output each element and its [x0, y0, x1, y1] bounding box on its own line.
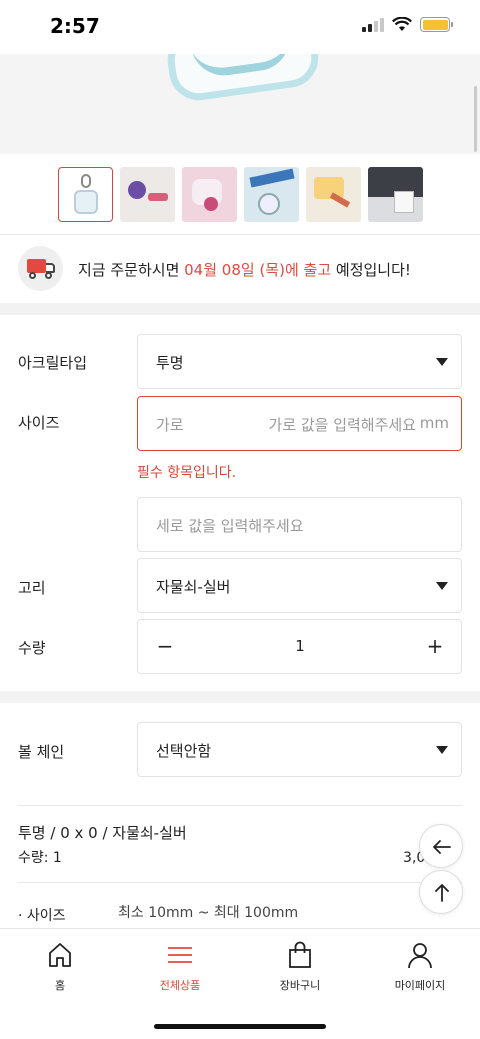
scroll-top-button[interactable]	[419, 870, 463, 914]
nav-cart[interactable]: 장바구니	[240, 941, 360, 993]
arrow-up-icon	[435, 884, 449, 902]
size-info-range: 최소 10mm ~ 최대 100mm	[118, 905, 299, 921]
ring-select[interactable]: 자물쇠-실버	[137, 558, 462, 613]
shipping-date: 04월 08일 (목)에 출고	[184, 261, 332, 279]
acrylic-type-select[interactable]: 투명	[137, 334, 462, 389]
shipping-text: 지금 주문하시면 04월 08일 (목)에 출고 예정입니다!	[78, 259, 411, 280]
thumbnail-3[interactable]	[182, 167, 237, 222]
size-label: 사이즈	[18, 414, 60, 432]
caret-down-icon	[436, 746, 448, 754]
wifi-icon	[392, 17, 412, 31]
shipping-suffix: 예정입니다!	[331, 261, 411, 279]
ball-chain-value: 선택안함	[156, 742, 212, 760]
user-icon	[408, 943, 432, 969]
ring-value: 자물쇠-실버	[156, 578, 231, 596]
bottom-nav: 홈 전체상품 장바구니 마이페이지	[0, 928, 480, 1039]
nav-home-label: 홈	[54, 979, 66, 992]
ball-chain-select[interactable]: 선택안함	[137, 722, 462, 777]
status-bar: 2:57	[0, 0, 480, 54]
ring-label: 고리	[18, 579, 46, 597]
quantity-stepper[interactable]: − 1 +	[137, 619, 462, 674]
thumbnail-strip	[58, 167, 423, 222]
home-icon	[49, 943, 71, 967]
ball-chain-label: 볼 체인	[18, 743, 65, 761]
status-icons	[362, 17, 453, 32]
back-button[interactable]	[419, 824, 463, 868]
height-input[interactable]: 세로 값을 입력해주세요	[137, 497, 462, 552]
acrylic-type-label: 아크릴타입	[18, 354, 88, 372]
shipping-prefix: 지금 주문하시면	[78, 261, 185, 279]
thumbnail-6[interactable]	[368, 167, 423, 222]
nav-mypage[interactable]: 마이페이지	[360, 941, 480, 993]
plus-button[interactable]: +	[420, 634, 450, 658]
acrylic-type-value: 투명	[156, 354, 184, 372]
selected-option-summary: 투명 / 0 x 0 / 자물쇠-실버	[18, 824, 187, 842]
battery-icon	[420, 17, 453, 32]
thumbnail-1[interactable]	[58, 167, 113, 222]
shopping-bag-icon	[289, 941, 311, 968]
size-error-message: 필수 항목입니다.	[137, 465, 237, 481]
thumbnail-5[interactable]	[306, 167, 361, 222]
selected-quantity: 수량: 1	[18, 850, 62, 866]
thumbnail-4[interactable]	[244, 167, 299, 222]
quantity-value: 1	[295, 637, 305, 655]
section-divider	[0, 691, 480, 703]
width-field-label: 가로	[156, 416, 184, 434]
quantity-label: 수량	[18, 639, 46, 657]
minus-button[interactable]: −	[150, 634, 180, 658]
nav-all-products[interactable]: 전체상품	[120, 941, 240, 993]
menu-icon	[168, 947, 192, 963]
nav-cart-label: 장바구니	[279, 979, 321, 992]
nav-home[interactable]: 홈	[0, 941, 120, 993]
width-input[interactable]: 가로 가로 값을 입력해주세요 mm	[137, 396, 462, 451]
divider	[18, 882, 462, 883]
width-unit: mm	[419, 414, 449, 432]
caret-down-icon	[436, 358, 448, 366]
status-time: 2:57	[50, 14, 100, 38]
divider	[18, 805, 462, 806]
caret-down-icon	[436, 582, 448, 590]
nav-mypage-label: 마이페이지	[394, 979, 446, 992]
shipping-notice: 지금 주문하시면 04월 08일 (목)에 출고 예정입니다!	[0, 235, 480, 303]
cellular-signal-icon	[362, 17, 384, 32]
thumbnail-2[interactable]	[120, 167, 175, 222]
arrow-left-icon	[433, 840, 451, 854]
height-placeholder: 세로 값을 입력해주세요	[156, 517, 304, 535]
scroll-indicator	[474, 86, 477, 152]
truck-icon	[18, 246, 63, 291]
width-placeholder: 가로 값을 입력해주세요	[268, 416, 416, 434]
size-info-label: · 사이즈	[18, 908, 66, 924]
section-divider	[0, 303, 480, 315]
product-image[interactable]	[0, 54, 480, 154]
home-indicator	[154, 1024, 326, 1029]
nav-all-products-label: 전체상품	[159, 979, 201, 992]
